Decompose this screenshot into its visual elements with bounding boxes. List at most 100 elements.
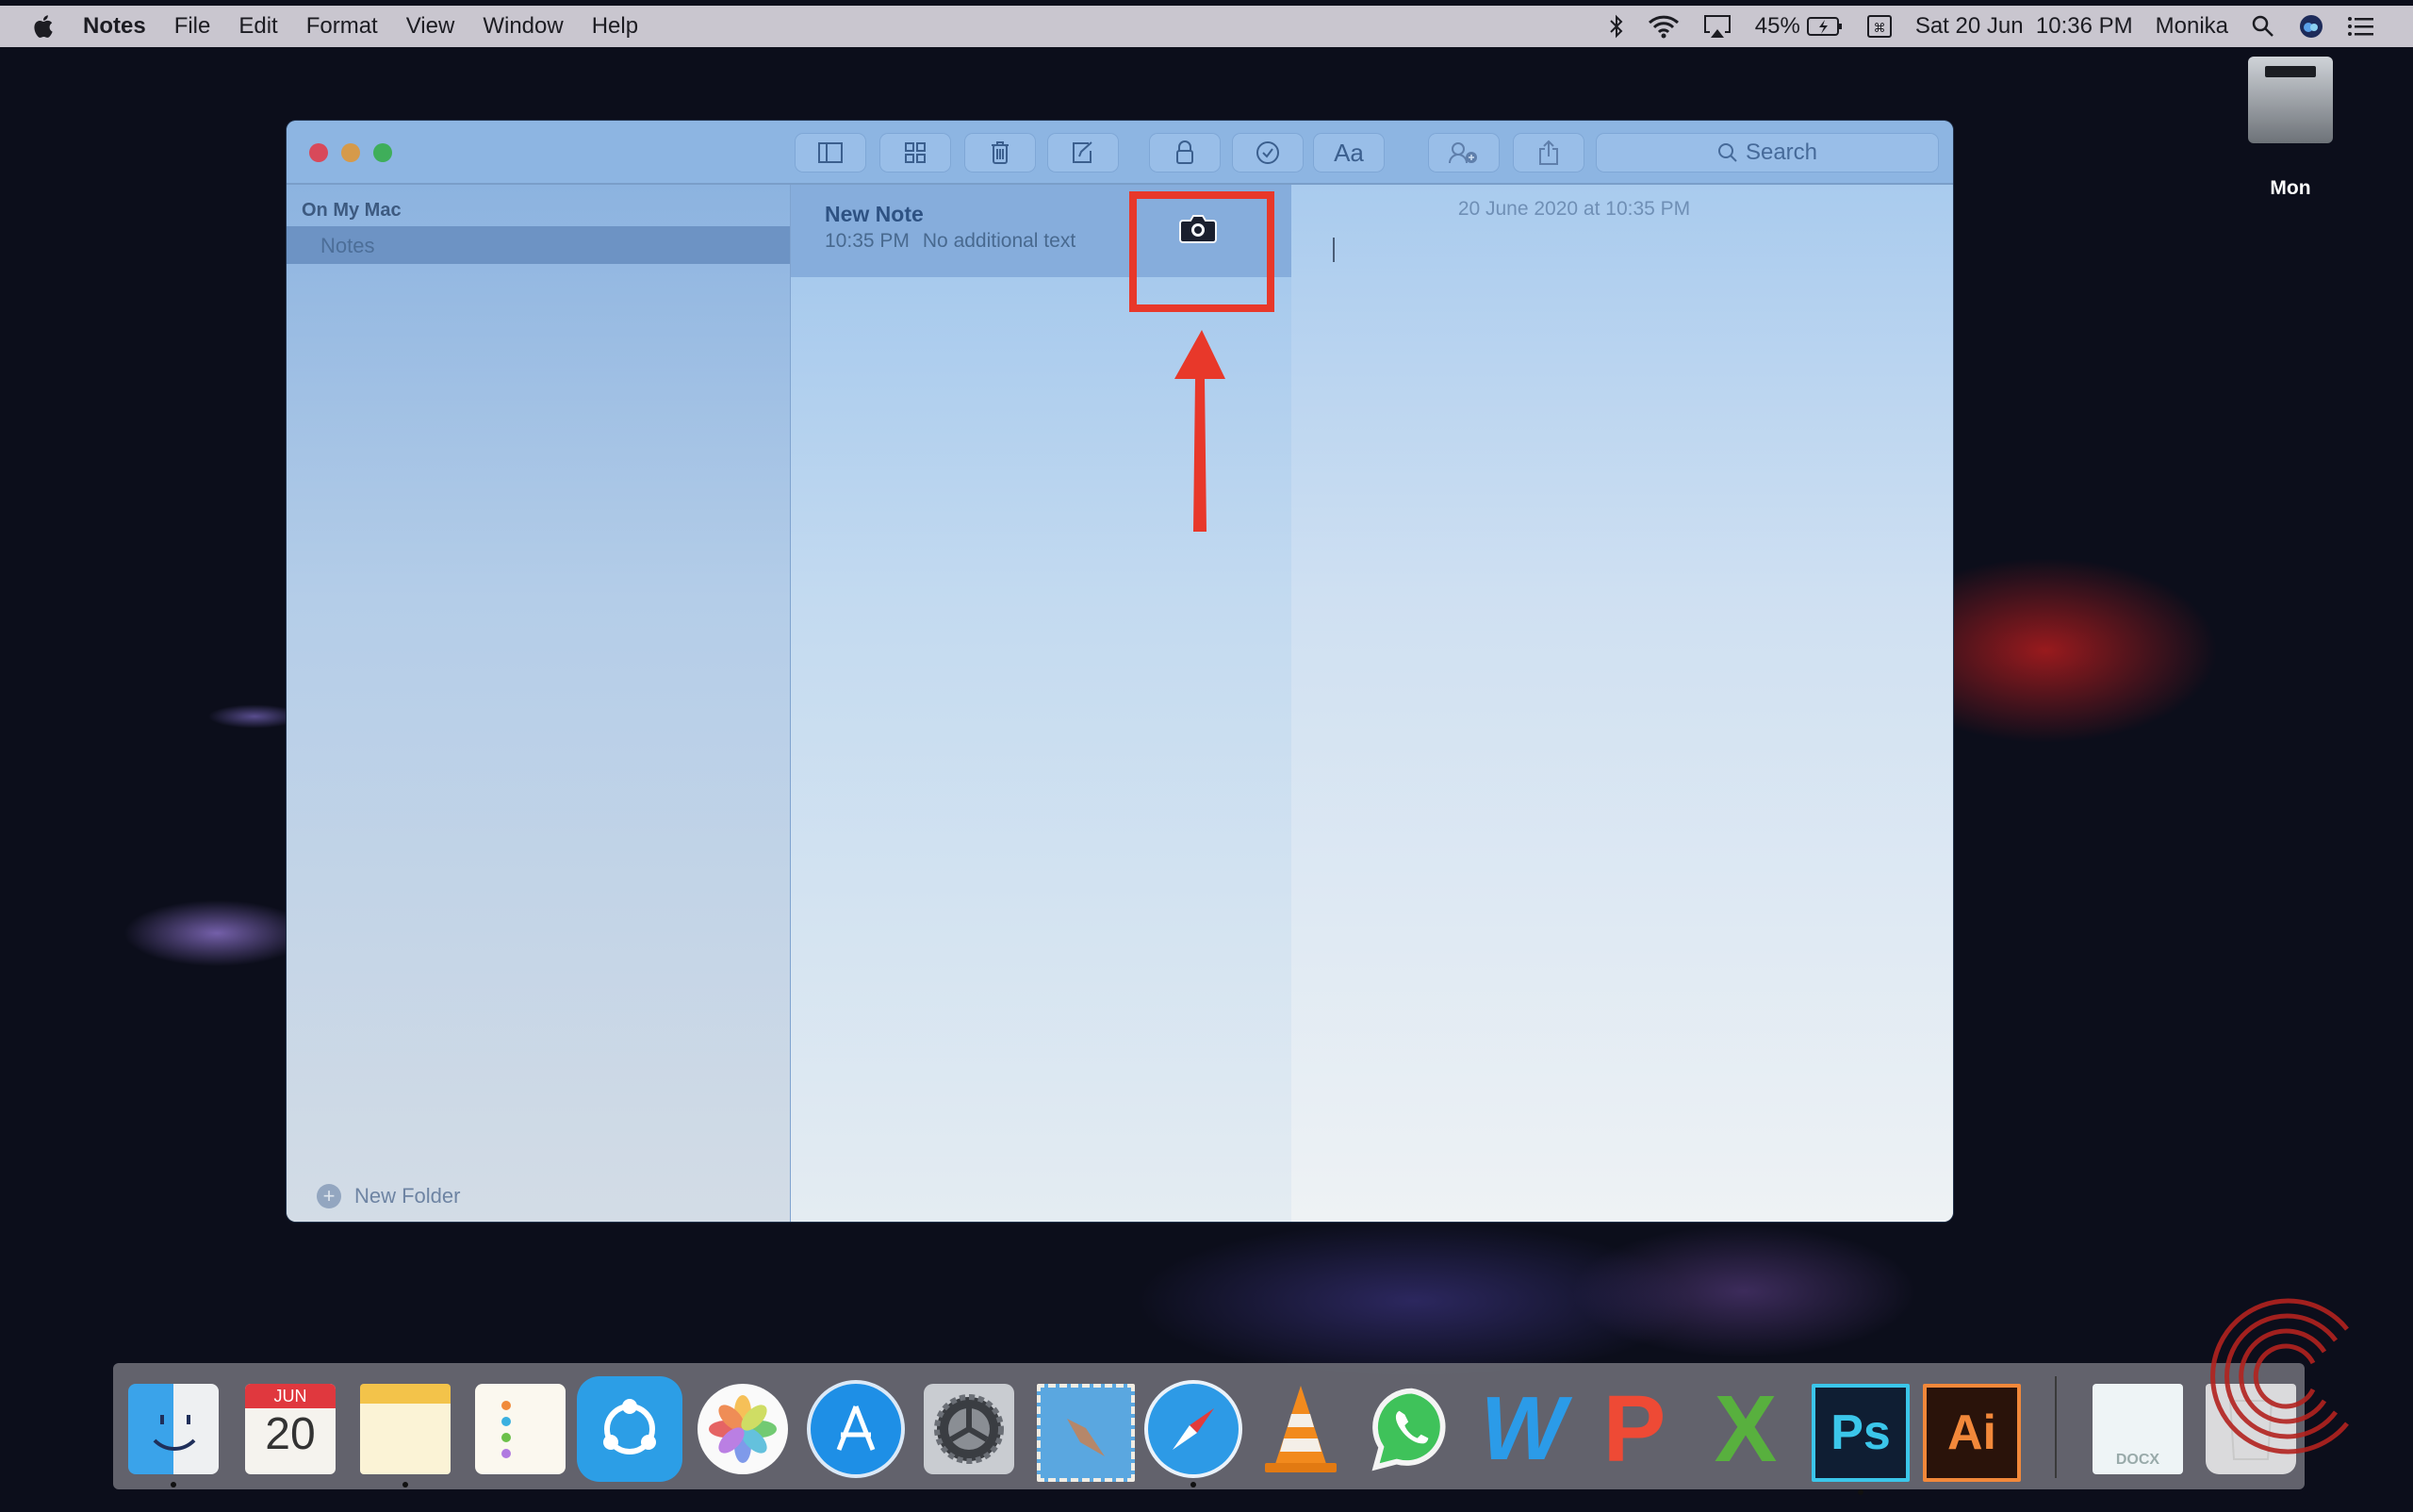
add-people-button[interactable] — [1429, 134, 1499, 172]
sidebar-item-notes[interactable]: Notes — [287, 226, 790, 264]
whatsapp-icon — [1371, 1388, 1446, 1471]
dock-powerpoint[interactable]: P — [1589, 1376, 1680, 1482]
dock-vlc[interactable] — [1256, 1384, 1346, 1474]
search-placeholder: Search — [1745, 140, 1818, 165]
new-folder-button[interactable]: + New Folder — [317, 1184, 460, 1208]
fingerprint-watermark-icon — [2210, 1298, 2349, 1454]
sidebar-toggle-button[interactable] — [796, 134, 865, 172]
note-editor[interactable]: 20 June 2020 at 10:35 PM — [1291, 185, 1953, 1222]
desktop-disk[interactable]: Mon — [2243, 57, 2338, 200]
dock-reminders[interactable] — [475, 1384, 566, 1474]
dock: JUN 20 W P X Ps Ai DOCX — [113, 1363, 2305, 1495]
mail-eagle-icon — [1067, 1419, 1105, 1456]
dock-notes[interactable] — [360, 1384, 451, 1487]
documents-label: DOCX — [2115, 1452, 2160, 1468]
trash-icon — [992, 141, 1009, 164]
checklist-button[interactable] — [1233, 134, 1303, 172]
new-folder-label: New Folder — [354, 1184, 461, 1208]
dock-whatsapp[interactable] — [1367, 1384, 1457, 1474]
search-field[interactable]: Search — [1597, 134, 1938, 172]
grid-icon — [905, 142, 926, 163]
clock[interactable]: Sat 20 Jun 10:36 PM — [1915, 13, 2133, 40]
sidebar-section-title: On My Mac — [302, 200, 402, 221]
menu-format[interactable]: Format — [306, 13, 378, 40]
vlc-cone-icon — [1265, 1386, 1337, 1472]
battery-charging-icon[interactable] — [1806, 15, 1844, 38]
calendar-day: 20 — [265, 1409, 316, 1459]
sidebar-icon — [818, 142, 843, 163]
close-button[interactable] — [309, 143, 328, 162]
highlight-box — [1129, 191, 1274, 312]
app-store-icon — [836, 1405, 876, 1451]
gallery-view-button[interactable] — [880, 134, 950, 172]
bluetooth-icon[interactable] — [1608, 13, 1625, 40]
dock-photoshop[interactable]: Ps — [1812, 1384, 1910, 1495]
apple-logo-icon[interactable] — [30, 13, 55, 40]
dock-word[interactable]: W — [1478, 1378, 1568, 1479]
finder-icon — [153, 1415, 196, 1451]
menu-app-name[interactable]: Notes — [83, 13, 146, 40]
format-button[interactable]: Aa — [1314, 134, 1384, 172]
spotlight-search-icon[interactable] — [2251, 14, 2275, 39]
gear-icon — [934, 1394, 1004, 1464]
user-name[interactable]: Monika — [2156, 13, 2228, 40]
illustrator-glyph: Ai — [1947, 1405, 1996, 1460]
notes-window: Aa Search On My Mac Notes + New Folder N… — [287, 121, 1953, 1222]
excel-glyph: X — [1714, 1375, 1778, 1482]
airplay-icon[interactable] — [1702, 13, 1732, 40]
menu-bar: Notes File Edit Format View Window Help … — [0, 6, 2413, 47]
siri-icon[interactable] — [2298, 13, 2324, 40]
word-glyph: W — [1480, 1378, 1567, 1479]
add-people-icon — [1449, 142, 1477, 164]
notification-center-icon[interactable] — [2347, 15, 2375, 38]
reminders-icon — [501, 1401, 511, 1458]
hard-drive-icon — [2248, 57, 2333, 143]
window-toolbar: Aa Search — [287, 121, 1953, 185]
note-date: 20 June 2020 at 10:35 PM — [1457, 198, 1691, 220]
note-meta: 10:35 PM No additional text — [825, 230, 1075, 253]
powerpoint-glyph: P — [1602, 1375, 1666, 1482]
share-icon — [1539, 140, 1558, 165]
dock-illustrator[interactable]: Ai — [1923, 1384, 2021, 1482]
dock-shareit[interactable] — [577, 1376, 682, 1482]
dock-photos[interactable] — [698, 1384, 788, 1474]
lock-icon — [1176, 140, 1193, 164]
dock-calendar[interactable]: JUN 20 — [245, 1384, 336, 1474]
search-icon — [1717, 143, 1737, 162]
folders-sidebar: On My Mac Notes + New Folder — [287, 185, 790, 1222]
svg-text:⌘: ⌘ — [1873, 22, 1885, 36]
lock-button[interactable] — [1150, 134, 1220, 172]
wifi-icon[interactable] — [1648, 14, 1680, 39]
battery-percent: 45% — [1754, 13, 1800, 39]
dock-excel[interactable]: X — [1700, 1376, 1791, 1482]
dock-finder[interactable] — [128, 1384, 219, 1487]
minimize-button[interactable] — [341, 143, 360, 162]
dock-documents-stack[interactable]: DOCX — [2093, 1384, 2183, 1474]
disk-label: Mon — [2270, 177, 2311, 199]
dock-system-preferences[interactable] — [924, 1384, 1014, 1474]
note-preview: No additional text — [922, 230, 1076, 252]
text-caret — [1333, 238, 1335, 262]
zoom-button[interactable] — [373, 143, 392, 162]
compose-button[interactable] — [1048, 134, 1118, 172]
menu-file[interactable]: File — [174, 13, 211, 40]
menu-help[interactable]: Help — [592, 13, 638, 40]
dock-mail[interactable] — [1037, 1384, 1135, 1482]
running-indicator — [402, 1482, 408, 1487]
keyboard-viewer-icon[interactable]: ⌘ — [1866, 14, 1893, 39]
delete-button[interactable] — [965, 134, 1035, 172]
menu-edit[interactable]: Edit — [238, 13, 277, 40]
dock-app-store[interactable] — [811, 1384, 901, 1474]
calendar-month: JUN — [245, 1384, 336, 1408]
compose-icon — [1073, 141, 1092, 163]
dock-safari[interactable] — [1148, 1384, 1239, 1487]
format-label: Aa — [1334, 138, 1364, 167]
share-button[interactable] — [1514, 134, 1584, 172]
menu-view[interactable]: View — [406, 13, 455, 40]
shareit-icon — [603, 1399, 656, 1454]
running-indicator — [1190, 1482, 1196, 1487]
dock-separator — [2055, 1376, 2057, 1478]
compass-icon — [1173, 1408, 1214, 1450]
menu-window[interactable]: Window — [483, 13, 563, 40]
photoshop-glyph: Ps — [1830, 1405, 1891, 1460]
